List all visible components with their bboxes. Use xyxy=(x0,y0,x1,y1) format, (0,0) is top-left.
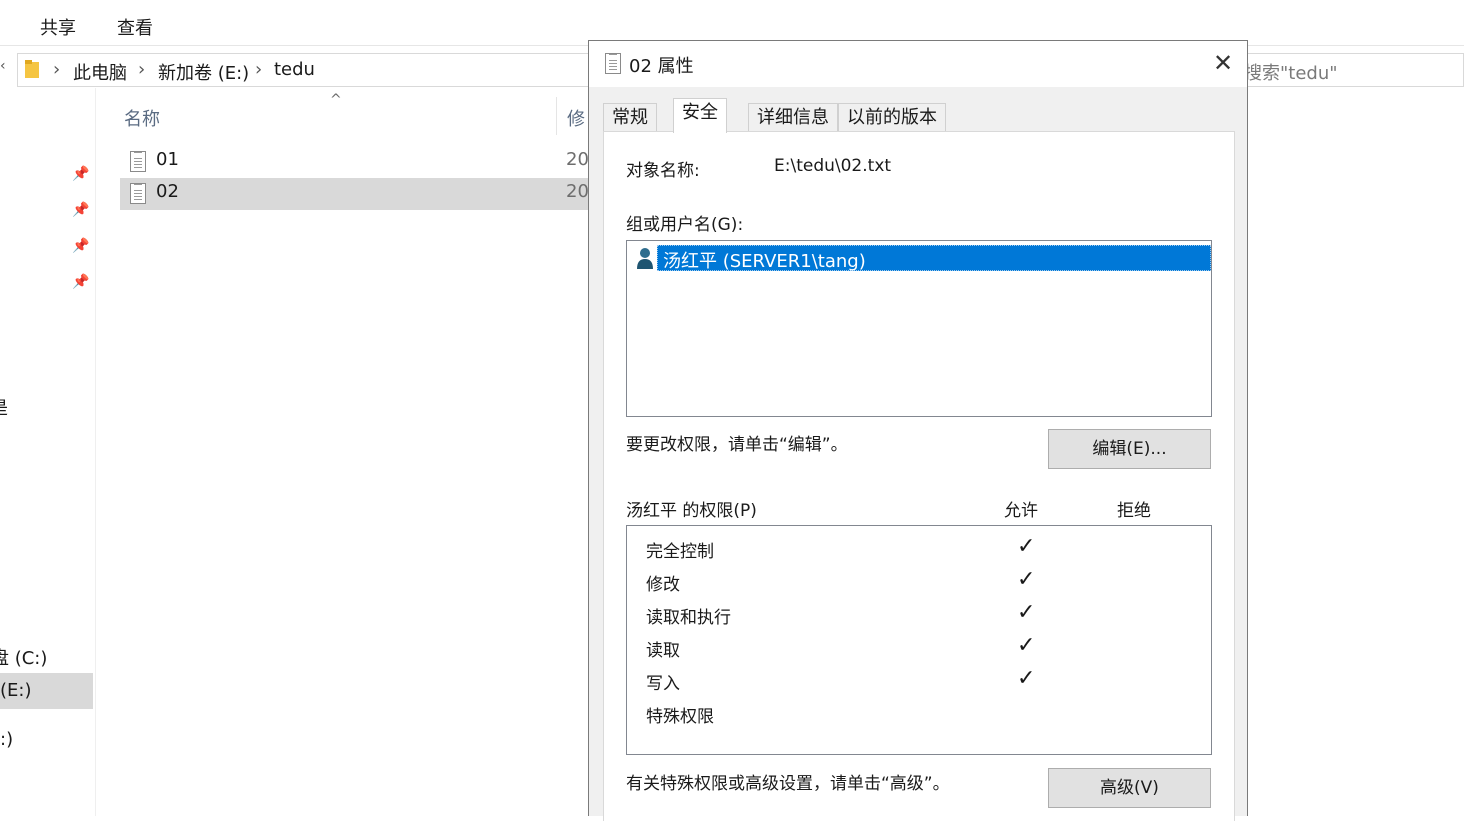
pin-icon[interactable]: 📌 xyxy=(72,166,89,182)
advanced-button[interactable]: 高级(V) xyxy=(1048,768,1211,808)
checkmark-icon: ✓ xyxy=(1017,600,1036,625)
breadcrumb-this-pc[interactable]: 此电脑 xyxy=(73,59,127,85)
group-user-label: 组或用户名(G): xyxy=(626,215,744,235)
file-date: 20 xyxy=(566,149,589,170)
permission-name: 修改 xyxy=(646,575,680,595)
breadcrumb-tedu[interactable]: tedu xyxy=(274,59,315,80)
permission-name: 读取和执行 xyxy=(646,608,731,628)
checkmark-icon: ✓ xyxy=(1017,633,1036,658)
permission-name: 读取 xyxy=(646,641,680,661)
advanced-hint: 有关特殊权限或高级设置，请单击“高级”。 xyxy=(626,774,950,794)
permission-name: 写入 xyxy=(646,674,680,694)
pin-icon[interactable]: 📌 xyxy=(72,202,89,218)
nav-item-partial[interactable]: 是 xyxy=(0,394,8,420)
chevron-right-icon[interactable]: › xyxy=(53,59,60,80)
chevron-right-icon[interactable]: › xyxy=(138,59,145,80)
edit-hint: 要更改权限，请单击“编辑”。 xyxy=(626,435,848,455)
object-name-label: 对象名称: xyxy=(626,161,700,181)
text-file-icon xyxy=(130,151,146,172)
text-file-icon xyxy=(130,183,146,204)
nav-item-drive-c[interactable]: 盘 (C:) xyxy=(0,644,47,670)
ribbon-tab-share[interactable]: 共享 xyxy=(40,14,76,40)
tab-previous-versions[interactable]: 以前的版本 xyxy=(838,103,946,132)
user-name: 汤红平 (SERVER1\tang) xyxy=(663,251,866,272)
column-header-name[interactable]: 名称 xyxy=(124,105,160,131)
edit-button[interactable]: 编辑(E)... xyxy=(1048,429,1211,469)
close-icon: ✕ xyxy=(1212,49,1234,77)
folder-icon xyxy=(25,60,39,78)
file-name: 02 xyxy=(156,181,179,202)
chevron-right-icon[interactable]: › xyxy=(255,59,262,80)
tab-security[interactable]: 安全 xyxy=(673,98,727,133)
object-name-value: E:\tedu\02.txt xyxy=(774,156,892,176)
breadcrumb-drive-e[interactable]: 新加卷 (E:) xyxy=(158,59,249,85)
deny-header: 拒绝 xyxy=(1117,501,1151,521)
file-date: 20 xyxy=(566,181,589,202)
search-input[interactable]: 搜索"tedu" xyxy=(1244,59,1338,85)
tab-details[interactable]: 详细信息 xyxy=(748,103,838,132)
sort-ascending-icon: ^ xyxy=(330,92,342,108)
permission-name: 完全控制 xyxy=(646,542,714,562)
file-row-01[interactable]: 01 20 xyxy=(120,146,590,178)
close-button[interactable]: ✕ xyxy=(1205,49,1241,79)
column-header-modified[interactable]: 修 xyxy=(567,105,585,131)
permissions-list[interactable]: 完全控制 ✓ 修改 ✓ 读取和执行 ✓ 读取 ✓ 写入 ✓ 特殊权限 xyxy=(626,525,1212,755)
properties-dialog: 02 属性 ✕ 常规 安全 详细信息 以前的版本 对象名称: E:\tedu\0… xyxy=(588,40,1248,821)
ribbon-tab-view[interactable]: 查看 xyxy=(117,14,153,40)
file-name: 01 xyxy=(156,149,179,170)
nav-item-drive-e[interactable]: (E:) xyxy=(0,680,31,701)
chevron-left-icon[interactable]: ‹ xyxy=(0,58,6,74)
pin-icon[interactable]: 📌 xyxy=(72,274,89,290)
checkmark-icon: ✓ xyxy=(1017,666,1036,691)
text-file-icon xyxy=(605,53,621,74)
user-icon xyxy=(637,248,653,269)
security-panel: 对象名称: E:\tedu\02.txt 组或用户名(G): 汤红平 (SERV… xyxy=(603,131,1235,821)
permissions-header: 汤红平 的权限(P) xyxy=(626,501,757,521)
dialog-title-bar[interactable]: 02 属性 ✕ xyxy=(589,41,1247,87)
file-row-02[interactable]: 02 20 xyxy=(120,178,590,210)
list-item[interactable]: 汤红平 (SERVER1\tang) xyxy=(633,245,1211,272)
column-divider[interactable] xyxy=(556,97,557,135)
allow-header: 允许 xyxy=(1004,501,1038,521)
user-list[interactable]: 汤红平 (SERVER1\tang) xyxy=(626,240,1212,417)
nav-item-drive-other[interactable]: :) xyxy=(0,729,13,750)
dialog-title: 02 属性 xyxy=(629,56,694,77)
tab-general[interactable]: 常规 xyxy=(603,103,657,132)
checkmark-icon: ✓ xyxy=(1017,534,1036,559)
pin-icon[interactable]: 📌 xyxy=(72,238,89,254)
permission-name: 特殊权限 xyxy=(646,707,714,727)
checkmark-icon: ✓ xyxy=(1017,567,1036,592)
